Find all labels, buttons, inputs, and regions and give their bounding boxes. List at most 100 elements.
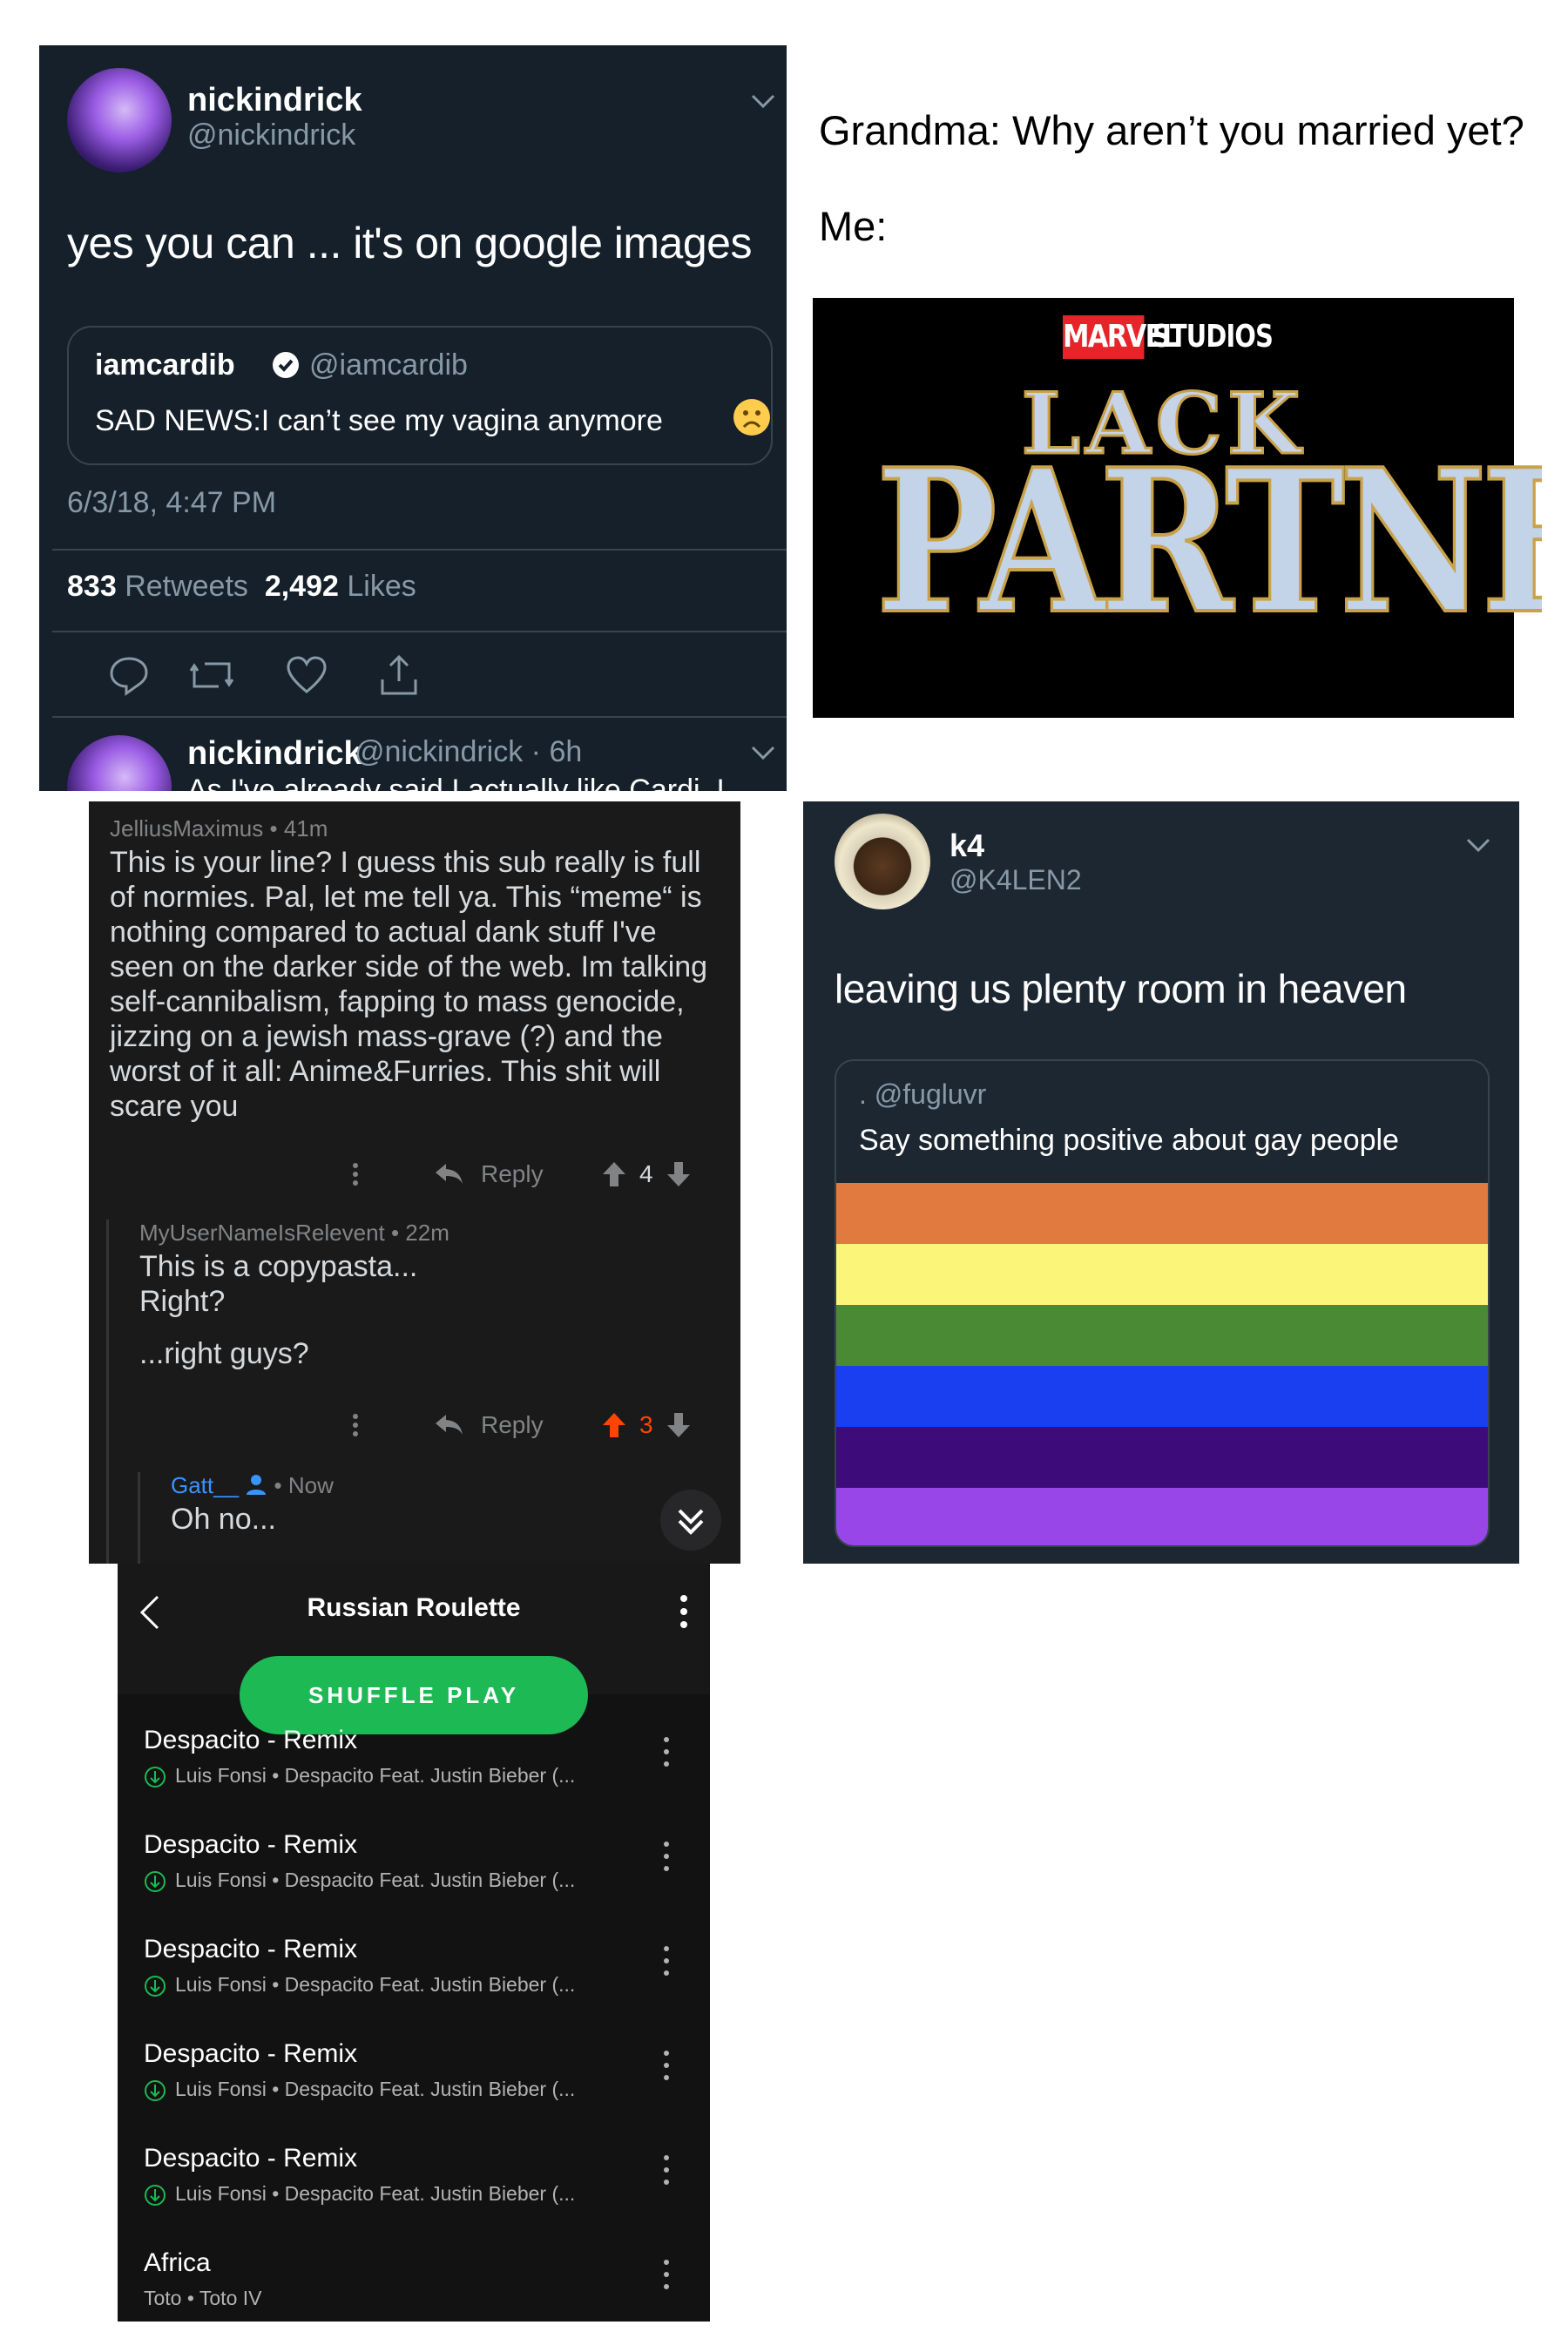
reply-arrow-icon[interactable] (434, 1160, 463, 1186)
comment-username[interactable]: JelliusMaximus (110, 815, 263, 841)
tweet-actions (39, 653, 787, 706)
flag-stripe (836, 1427, 1488, 1488)
more-vertical-icon[interactable] (350, 1409, 361, 1441)
user-profile-icon (245, 1473, 267, 1496)
poster-title-bottom: PARTNER (875, 427, 1542, 658)
track-subtitle: Toto • Toto IV (144, 2287, 261, 2310)
track-row[interactable]: Despacito - Remix Luis Fonsi • Despacito… (118, 2144, 710, 2240)
comment-body: Oh no... (171, 1503, 276, 1536)
track-subtitle: Luis Fonsi • Despacito Feat. Justin Bieb… (144, 2182, 575, 2207)
retweet-icon[interactable] (187, 653, 236, 697)
track-title: Despacito - Remix (144, 2039, 358, 2068)
track-artist-album: Luis Fonsi • Despacito Feat. Justin Bieb… (175, 2182, 576, 2205)
like-icon[interactable] (285, 653, 328, 697)
track-row[interactable]: Despacito - Remix Luis Fonsi • Despacito… (118, 1726, 710, 1821)
comment-username[interactable]: Gatt__ (171, 1472, 239, 1498)
quoted-tweet[interactable]: . @fugluvr Say something positive about … (835, 1059, 1490, 1547)
track-subtitle: Luis Fonsi • Despacito Feat. Justin Bieb… (144, 1764, 575, 1788)
track-subtitle: Luis Fonsi • Despacito Feat. Justin Bieb… (144, 1869, 575, 1893)
quoted-tweet[interactable]: iamcardib @iamcardib SAD NEWS:I can’t se… (67, 326, 773, 465)
reply-button[interactable]: Reply (481, 1411, 544, 1439)
comment-username[interactable]: MyUserNameIsRelevent (139, 1220, 385, 1246)
user-handle[interactable]: @K4LEN2 (950, 864, 1082, 896)
upvote-icon-active[interactable] (601, 1411, 627, 1439)
flag-stripe (836, 1244, 1488, 1305)
quoted-display-name: iamcardib (95, 348, 235, 382)
share-icon[interactable] (377, 653, 421, 697)
downvote-icon[interactable] (666, 1411, 692, 1439)
more-vertical-icon[interactable] (661, 1942, 672, 1980)
avatar[interactable] (67, 735, 172, 791)
comment-line: Right? (139, 1285, 226, 1318)
downloaded-icon (144, 1870, 166, 1893)
comment-line: This is a copypasta... (139, 1250, 418, 1283)
track-title: Despacito - Remix (144, 2144, 358, 2173)
shuffle-play-button[interactable]: SHUFFLE PLAY (240, 1656, 588, 1734)
comment-actions: Reply 4 (350, 1159, 733, 1193)
user-handle[interactable]: @nickindrick (187, 118, 355, 152)
comment-meta: JelliusMaximus • 41m (110, 815, 328, 842)
track-row[interactable]: Africa Toto • Toto IV (118, 2248, 710, 2322)
comment-line: ...right guys? (139, 1337, 309, 1370)
movie-poster-image: MARVEL STUDIOS LACK PARTNER (813, 298, 1542, 718)
track-row[interactable]: Despacito - Remix Luis Fonsi • Despacito… (118, 1830, 710, 1926)
reply-handle-time[interactable]: @nickindrick · 6h (355, 735, 582, 769)
comment-meta: Gatt__ • Now (171, 1472, 334, 1499)
comment-time: • Now (274, 1472, 334, 1498)
more-vertical-icon[interactable] (350, 1159, 361, 1190)
divider (52, 549, 787, 551)
divider (52, 631, 787, 632)
more-vertical-icon[interactable] (661, 2255, 672, 2294)
more-vertical-icon[interactable] (661, 2046, 672, 2085)
more-vertical-icon[interactable] (661, 1837, 672, 1876)
avatar[interactable] (67, 68, 172, 172)
track-artist-album: Luis Fonsi • Despacito Feat. Justin Bieb… (175, 2078, 576, 2100)
downloaded-icon (144, 1975, 166, 1997)
track-artist-album: Toto • Toto IV (144, 2287, 262, 2309)
reply-button[interactable]: Reply (481, 1160, 544, 1188)
thread-line[interactable] (138, 1472, 140, 1564)
retweets-label[interactable]: Retweets (125, 570, 248, 603)
display-name[interactable]: k4 (950, 828, 984, 864)
retweets-count[interactable]: 833 (67, 570, 117, 603)
quoted-handle: . @fugluvr (859, 1078, 987, 1110)
thread-line[interactable] (106, 1220, 109, 1564)
track-row[interactable]: Despacito - Remix Luis Fonsi • Despacito… (118, 1935, 710, 2031)
verified-badge-icon (271, 350, 301, 380)
meme-caption-line: Grandma: Why aren’t you married yet? (819, 107, 1524, 153)
reply-icon[interactable] (107, 653, 151, 697)
reply-arrow-icon[interactable] (434, 1411, 463, 1437)
track-artist-album: Luis Fonsi • Despacito Feat. Justin Bieb… (175, 1869, 576, 1891)
playlist-title: Russian Roulette (307, 1593, 521, 1622)
track-artist-album: Luis Fonsi • Despacito Feat. Justin Bieb… (175, 1764, 576, 1787)
likes-count[interactable]: 2,492 (265, 570, 339, 603)
track-subtitle: Luis Fonsi • Despacito Feat. Justin Bieb… (144, 2078, 575, 2102)
downloaded-icon (144, 2079, 166, 2102)
display-name[interactable]: nickindrick (187, 82, 362, 119)
tweet-screenshot-nickindrick: nickindrick @nickindrick yes you can ...… (39, 45, 787, 791)
track-row[interactable]: Despacito - Remix Luis Fonsi • Despacito… (118, 2039, 710, 2135)
flag-stripe (836, 1488, 1488, 1545)
scroll-down-button[interactable] (660, 1490, 721, 1551)
chevron-down-icon[interactable] (1465, 836, 1491, 854)
track-title: Despacito - Remix (144, 1935, 358, 1963)
chevron-down-icon[interactable] (750, 92, 776, 110)
track-title: Despacito - Remix (144, 1830, 358, 1859)
flag-stripe (836, 1366, 1488, 1427)
more-vertical-icon[interactable] (661, 2151, 672, 2189)
likes-label[interactable]: Likes (347, 570, 416, 603)
comment-line-spacer (139, 1319, 417, 1336)
upvote-icon[interactable] (601, 1160, 627, 1188)
comment-meta: MyUserNameIsRelevent • 22m (139, 1220, 449, 1247)
downvote-icon[interactable] (666, 1160, 692, 1188)
more-vertical-icon[interactable] (677, 1590, 691, 1633)
avatar[interactable] (835, 814, 930, 909)
comment-time: • 41m (269, 815, 328, 841)
reply-display-name[interactable]: nickindrick (187, 735, 362, 773)
more-vertical-icon[interactable] (661, 1733, 672, 1771)
track-subtitle: Luis Fonsi • Despacito Feat. Justin Bieb… (144, 1973, 575, 1997)
tweet-timestamp: 6/3/18, 4:47 PM (67, 486, 277, 519)
chevron-down-icon[interactable] (750, 744, 776, 761)
reply-text-fragment: As I've already said I actually like Car… (187, 774, 725, 791)
frowning-face-emoji (733, 399, 770, 436)
